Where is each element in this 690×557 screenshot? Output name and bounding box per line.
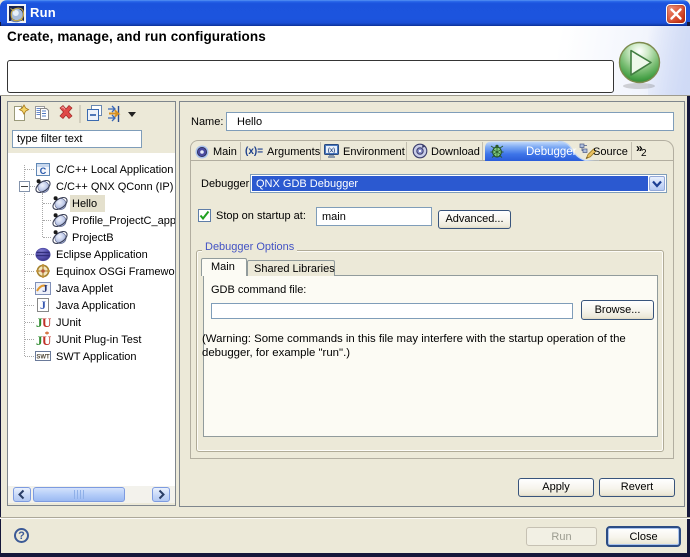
svg-text:U: U (42, 333, 51, 347)
svg-text:J: J (40, 298, 46, 312)
svg-text:U: U (42, 315, 51, 330)
svg-text:(x): (x) (328, 148, 335, 154)
svg-text:J: J (42, 283, 48, 295)
svg-text:C: C (40, 166, 47, 176)
svg-text:SWT: SWT (36, 355, 50, 361)
